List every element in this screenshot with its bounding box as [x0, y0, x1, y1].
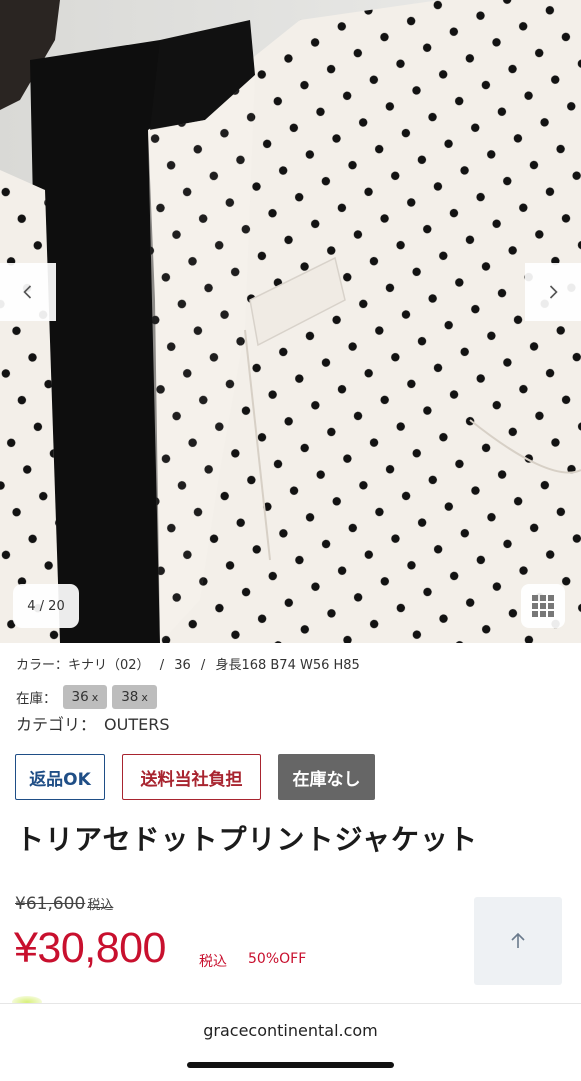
original-price: ¥61,600 税込: [15, 894, 113, 914]
gallery-next-button[interactable]: [525, 263, 581, 321]
home-indicator[interactable]: [187, 1062, 394, 1068]
chevron-right-icon: [549, 285, 558, 299]
chevron-left-icon: [23, 285, 32, 299]
model-size-text: 36: [174, 658, 191, 673]
out-of-stock-mark: x: [91, 691, 99, 704]
separator: /: [159, 658, 165, 673]
original-price-value: ¥61,600: [15, 894, 86, 914]
stock-line: 在庫： 36 x 38 x: [16, 683, 571, 711]
out-of-stock-mark: x: [141, 691, 148, 704]
category-label: カテゴリ：: [16, 715, 97, 734]
stock-size-chip-38[interactable]: 38 x: [112, 685, 157, 709]
gallery-grid-button[interactable]: [521, 584, 565, 628]
chip-size: 38: [121, 689, 139, 705]
stock-size-chip-36[interactable]: 36 x: [62, 685, 108, 709]
product-photo: [0, 0, 581, 643]
category-line: カテゴリ： OUTERS: [16, 713, 571, 737]
category-link[interactable]: OUTERS: [104, 715, 169, 734]
product-title: トリアセドットプリントジャケット: [16, 823, 479, 856]
badge-row: 返品OK 送料当社負担 在庫なし: [15, 754, 392, 800]
browser-bottom-bar: gracecontinental.com: [0, 1003, 581, 1081]
sale-price: ¥30,800: [14, 924, 166, 972]
chip-size: 36: [71, 689, 89, 705]
returnable-badge: 返品OK: [15, 754, 105, 800]
grid-icon: [532, 595, 554, 617]
discount-label: 50%OFF: [248, 951, 307, 967]
product-info: カラー：キナリ（02） / 36 / 身長168 B74 W56 H85 在庫：…: [16, 655, 571, 737]
out-of-stock-badge: 在庫なし: [278, 754, 375, 800]
original-price-tax: 税込: [87, 898, 114, 913]
sale-price-tax: 税込: [199, 954, 227, 970]
separator: /: [200, 658, 206, 673]
image-counter: 4 / 20: [13, 584, 79, 628]
arrow-up-icon: [511, 932, 525, 948]
gallery-prev-button[interactable]: [0, 263, 56, 321]
stock-label: 在庫：: [16, 691, 57, 707]
model-measurements-text: 身長168 B74 W56 H85: [215, 658, 360, 673]
free-shipping-badge: 送料当社負担: [122, 754, 261, 800]
color-text: カラー：キナリ（02）: [16, 658, 150, 673]
scroll-to-top-button[interactable]: [474, 897, 562, 985]
address-bar-url[interactable]: gracecontinental.com: [0, 1021, 581, 1040]
color-size-line: カラー：キナリ（02） / 36 / 身長168 B74 W56 H85: [16, 655, 571, 677]
product-image-gallery[interactable]: 4 / 20: [0, 0, 581, 643]
